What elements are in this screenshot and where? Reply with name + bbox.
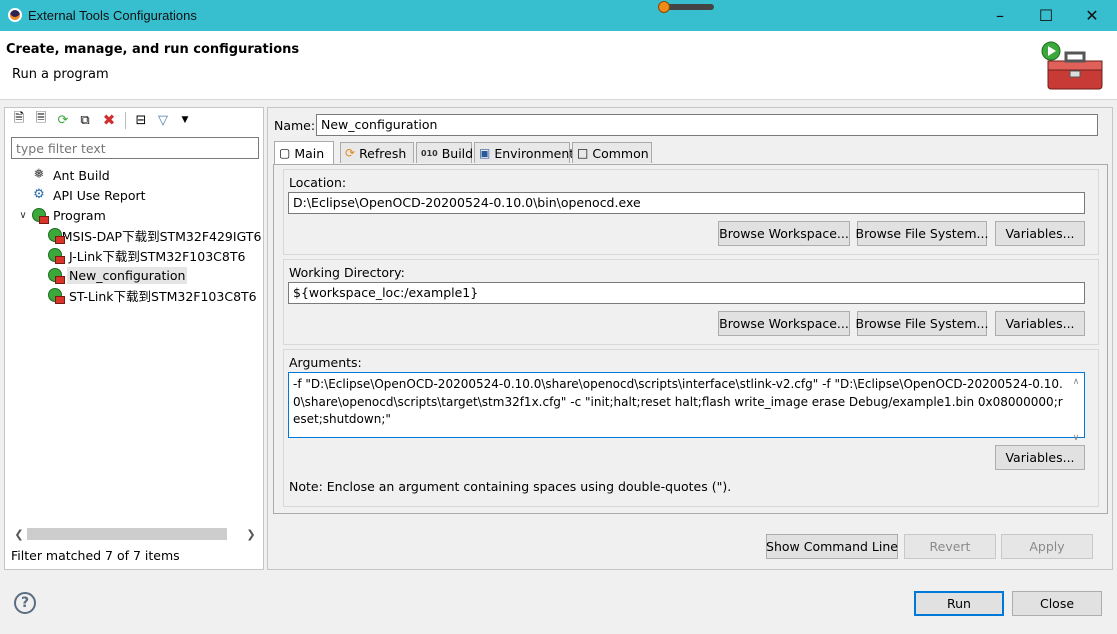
titlebar-slider <box>658 1 714 13</box>
duplicate-config-icon[interactable]: ⧉ <box>77 112 93 128</box>
new-prototype-icon[interactable]: 🗏 <box>33 111 49 128</box>
tree-item-stlink[interactable]: ST-Link下载到STM32F103C8T6 <box>15 285 261 305</box>
tab-environment[interactable]: ▣ Environment <box>474 142 574 163</box>
window-title: External Tools Configurations <box>28 8 197 23</box>
location-field[interactable]: D:\Eclipse\OpenOCD-20200524-0.10.0\bin\o… <box>288 192 1085 214</box>
header-title: Create, manage, and run configurations <box>6 42 300 57</box>
program-config-icon <box>47 287 65 304</box>
program-config-icon <box>47 247 65 264</box>
horizontal-scrollbar[interactable]: ❮ ❯ <box>11 526 259 542</box>
arguments-scrollbar[interactable]: ∧ ∨ <box>1069 374 1083 443</box>
close-button[interactable]: Close <box>1012 591 1102 616</box>
show-command-line-button[interactable]: Show Command Line <box>766 534 898 559</box>
ant-build-icon: ❅ <box>33 167 45 182</box>
name-field[interactable]: New_configuration <box>316 114 1098 136</box>
location-variables-button[interactable]: Variables... <box>995 221 1085 246</box>
filter-input[interactable] <box>11 137 259 159</box>
scroll-right-icon[interactable]: ❯ <box>243 526 259 542</box>
new-launch-config-icon[interactable]: 🗎 <box>11 111 27 128</box>
toolbox-icon <box>1041 41 1103 90</box>
arguments-label: Arguments: <box>289 355 362 370</box>
arguments-note: Note: Enclose an argument containing spa… <box>289 479 732 494</box>
common-icon: □ <box>577 146 589 160</box>
main-tab-content: Location: D:\Eclipse\OpenOCD-20200524-0.… <box>273 164 1108 514</box>
tab-main[interactable]: ▢ Main <box>274 141 334 164</box>
location-browse-workspace-button[interactable]: Browse Workspace... <box>718 221 850 246</box>
arguments-textarea[interactable]: -f "D:\Eclipse\OpenOCD-20200524-0.10.0\s… <box>288 372 1085 443</box>
scroll-left-icon[interactable]: ❮ <box>11 526 27 542</box>
tab-build[interactable]: 010 Build <box>416 142 473 163</box>
arguments-group: Arguments: -f "D:\Eclipse\OpenOCD-202005… <box>283 349 1099 507</box>
scrollbar-thumb[interactable] <box>27 528 227 540</box>
build-icon: 010 <box>421 148 438 158</box>
export-config-icon[interactable]: ⟳ <box>55 112 71 128</box>
workdir-variables-button[interactable]: Variables... <box>995 311 1085 336</box>
help-icon[interactable]: ? <box>14 592 36 614</box>
collapse-all-icon[interactable]: ⊟ <box>133 112 149 128</box>
workdir-browse-workspace-button[interactable]: Browse Workspace... <box>718 311 850 336</box>
tree-item-program[interactable]: ∨ Program <box>15 205 261 225</box>
working-directory-field[interactable]: ${workspace_loc:/example1} <box>288 282 1085 304</box>
apply-button[interactable]: Apply <box>1001 534 1093 559</box>
run-button[interactable]: Run <box>914 591 1004 616</box>
filter-status: Filter matched 7 of 7 items <box>11 548 180 563</box>
api-report-icon: ⚙ <box>33 187 45 202</box>
chevron-down-icon[interactable]: ∨ <box>15 210 31 221</box>
configuration-tree: ❅ Ant Build ⚙ API Use Report ∨ Program C… <box>15 165 261 305</box>
maximize-button[interactable]: ☐ <box>1023 0 1069 31</box>
configuration-editor-pane: Name: New_configuration ▢ Main ⟳ Refresh… <box>267 107 1113 570</box>
title-bar: External Tools Configurations – ☐ ✕ <box>0 0 1117 31</box>
minimize-button[interactable]: – <box>977 0 1023 31</box>
header-subtitle: Run a program <box>12 67 109 82</box>
refresh-icon: ⟳ <box>345 146 356 160</box>
tab-refresh[interactable]: ⟳ Refresh <box>340 142 414 163</box>
program-icon <box>31 207 49 224</box>
delete-config-icon[interactable]: ✖ <box>101 111 117 129</box>
location-label: Location: <box>289 175 347 190</box>
tree-item-cmsis-dap[interactable]: CMSIS-DAP下载到STM32F429IGT6 <box>15 225 261 245</box>
configuration-list-pane: 🗎 🗏 ⟳ ⧉ ✖ ⊟ ▽ ▼ ❅ Ant Build ⚙ API Use Re… <box>4 107 264 570</box>
environment-icon: ▣ <box>479 146 491 160</box>
scroll-up-icon[interactable]: ∧ <box>1069 374 1083 392</box>
location-browse-file-system-button[interactable]: Browse File System... <box>856 221 988 246</box>
main-tab-icon: ▢ <box>279 146 291 160</box>
tree-item-new-configuration[interactable]: New_configuration <box>15 265 261 285</box>
revert-button[interactable]: Revert <box>904 534 996 559</box>
location-group: Location: D:\Eclipse\OpenOCD-20200524-0.… <box>283 169 1099 255</box>
filter-icon[interactable]: ▽ <box>155 112 171 128</box>
tree-item-ant-build[interactable]: ❅ Ant Build <box>15 165 261 185</box>
view-menu-chevron-down-icon[interactable]: ▼ <box>177 112 193 128</box>
program-config-icon <box>47 267 65 284</box>
eclipse-app-icon <box>8 8 22 22</box>
tab-common[interactable]: □ Common <box>572 142 652 163</box>
workdir-browse-file-system-button[interactable]: Browse File System... <box>856 311 988 336</box>
arguments-variables-button[interactable]: Variables... <box>995 445 1085 470</box>
working-directory-group: Working Directory: ${workspace_loc:/exam… <box>283 259 1099 345</box>
dialog-header: Create, manage, and run configurations R… <box>0 31 1117 100</box>
name-label: Name: <box>274 118 316 133</box>
working-directory-label: Working Directory: <box>289 265 405 280</box>
tree-item-jlink[interactable]: J-Link下载到STM32F103C8T6 <box>15 245 261 265</box>
close-window-button[interactable]: ✕ <box>1069 0 1115 31</box>
tree-item-api-use-report[interactable]: ⚙ API Use Report <box>15 185 261 205</box>
